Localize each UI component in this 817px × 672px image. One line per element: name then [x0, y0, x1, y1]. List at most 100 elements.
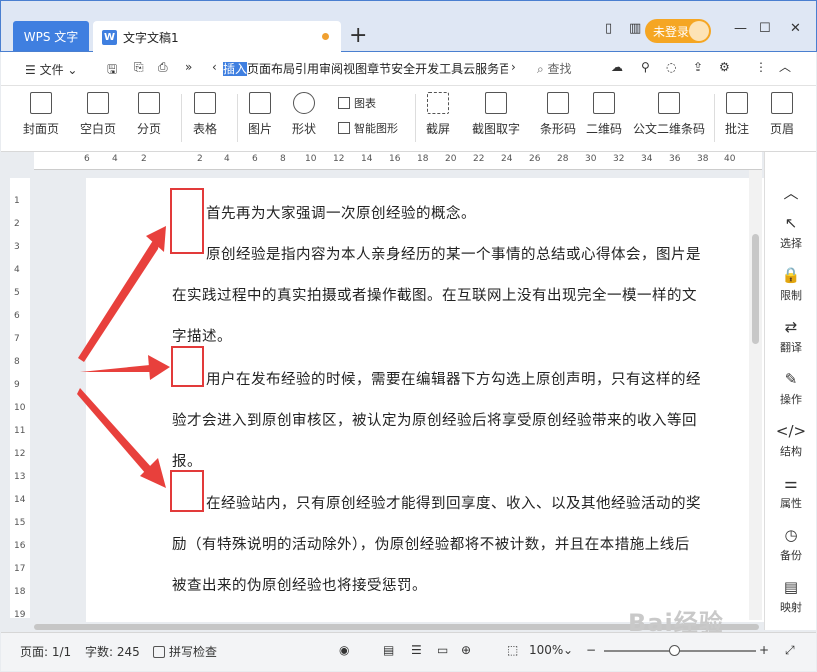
- shape-button[interactable]: 形状: [292, 92, 316, 137]
- vertical-scrollbar[interactable]: [749, 170, 762, 620]
- fullscreen-icon[interactable]: ⤢: [785, 643, 795, 658]
- tab-security[interactable]: 安全: [391, 62, 415, 76]
- qrcode-button[interactable]: 二维码: [586, 92, 622, 137]
- tab-more[interactable]: 百: [499, 62, 508, 76]
- screenshot-icon: [427, 92, 449, 114]
- zoom-level[interactable]: 100%: [529, 643, 563, 657]
- header-button[interactable]: 页眉: [770, 92, 794, 137]
- barcode-button[interactable]: 条形码: [540, 92, 576, 137]
- horizontal-ruler[interactable]: 6 4 2 2 4 6 8 10 12 14 16 18 20 22 24 26…: [34, 152, 762, 170]
- zoom-dropdown-icon[interactable]: ⌄: [563, 643, 573, 657]
- outline-view-icon[interactable]: ☰: [411, 643, 422, 657]
- tab-developer[interactable]: 开发工具: [415, 62, 463, 76]
- screenshot-button[interactable]: 截屏: [426, 92, 450, 137]
- minimize-icon[interactable]: —: [734, 21, 747, 36]
- backup-button[interactable]: ◷ 备份: [765, 526, 817, 563]
- paragraph-4-line-2[interactable]: 励（有特殊说明的活动除外），伪原创经验都将不被计数，并且在本措施上线后: [172, 525, 690, 566]
- cover-page-button[interactable]: 封面页: [23, 92, 59, 137]
- indent-highlight-box-1: [170, 188, 204, 254]
- attributes-button[interactable]: ⚌ 属性: [765, 474, 817, 511]
- page-view-icon[interactable]: ▤: [383, 643, 394, 657]
- pane-scroll-up-icon[interactable]: ︿: [765, 182, 817, 206]
- select-button[interactable]: ↖ 选择: [765, 214, 817, 251]
- comment-button[interactable]: 批注: [725, 92, 749, 137]
- print-icon[interactable]: ⎙: [158, 60, 168, 75]
- spell-check-toggle[interactable]: 拼写检查: [153, 643, 217, 660]
- file-menu[interactable]: ☰ 文件 ⌄: [25, 61, 77, 78]
- unsaved-dot-icon: [322, 33, 329, 40]
- paragraph-2-line-2[interactable]: 在实践过程中的真实拍摄或者操作截图。在互联网上没有出现完全一模一样的文: [172, 276, 697, 317]
- scroll-left-icon[interactable]: ‹: [212, 60, 217, 74]
- search-button[interactable]: ⌕ 查找: [537, 60, 572, 77]
- page-count[interactable]: 页面: 1/1: [20, 643, 71, 660]
- structure-button[interactable]: </> 结构: [765, 422, 817, 459]
- tab-count-icon[interactable]: ▯: [605, 21, 612, 36]
- ribbon-tabs: 插入页面布局引用审阅视图章节安全开发工具云服务百: [223, 60, 508, 78]
- page-break-icon: [138, 92, 160, 114]
- paragraph-4-line-3[interactable]: 被查出来的伪原创经验也将接受惩罚。: [172, 566, 427, 607]
- paragraph-3-line-2[interactable]: 验才会进入到原创审核区，被认定为原创经验后将享受原创经验带来的收入等回: [172, 401, 697, 442]
- chevron-down-icon: ⌄: [63, 63, 78, 77]
- icons-button[interactable]: 图表: [338, 95, 376, 111]
- zoom-slider[interactable]: [604, 650, 756, 652]
- vertical-ruler[interactable]: 1 2 3 4 5 6 7 8 9 10 11 12 13 14 15 16 1…: [10, 178, 30, 620]
- paragraph-4-line-1[interactable]: 在经验站内，只有原创经验才能得到回享度、收入、以及其他经验活动的奖: [206, 484, 701, 525]
- tab-page-layout[interactable]: 页面布局: [247, 62, 295, 76]
- maximize-icon[interactable]: ☐: [759, 21, 771, 36]
- blank-page-button[interactable]: 空白页: [80, 92, 116, 137]
- scroll-right-icon[interactable]: ›: [511, 60, 516, 74]
- hamburger-icon: ☰: [25, 63, 40, 77]
- map-icon: ▤: [783, 578, 799, 596]
- document-canvas[interactable]: 首先再为大家强调一次原创经验的概念。 原创经验是指内容为本人亲身经历的某一个事情…: [34, 170, 780, 622]
- close-icon[interactable]: ✕: [790, 21, 801, 36]
- picture-button[interactable]: 图片: [248, 92, 272, 137]
- gear-icon[interactable]: ⚙: [719, 60, 730, 74]
- paragraph-3-line-1[interactable]: 用户在发布经验的时候，需要在编辑器下方勾选上原创声明，只有这样的经: [206, 360, 701, 401]
- tab-references[interactable]: 引用: [295, 62, 319, 76]
- zoom-in-icon[interactable]: +: [759, 643, 769, 657]
- writer-doc-icon: W: [102, 29, 117, 45]
- more-icon[interactable]: »: [185, 60, 192, 74]
- translate-button[interactable]: ⇄ 翻译: [765, 318, 817, 355]
- code-icon: </>: [775, 422, 807, 440]
- limit-button[interactable]: 🔒 限制: [765, 266, 817, 303]
- save-icon[interactable]: 🖫: [107, 60, 117, 81]
- vertical-scroll-thumb[interactable]: [752, 234, 759, 344]
- layout-icon[interactable]: ▥: [629, 21, 641, 36]
- share-icon[interactable]: ⚲: [641, 60, 650, 74]
- cloud-sync-icon[interactable]: ☁: [611, 60, 623, 74]
- ocr-button[interactable]: 截图取字: [472, 92, 520, 137]
- comment-icon[interactable]: ◌: [666, 60, 676, 74]
- login-button[interactable]: 未登录: [645, 19, 711, 43]
- smartart-button[interactable]: 智能图形: [338, 120, 398, 136]
- reading-view-icon[interactable]: ▭: [437, 643, 448, 657]
- tab-review[interactable]: 审阅: [319, 62, 343, 76]
- new-tab-button[interactable]: +: [349, 23, 367, 48]
- page-break-button[interactable]: 分页: [137, 92, 161, 137]
- pdf417-icon: [658, 92, 680, 114]
- pdf417-button[interactable]: 公文二维条码: [633, 92, 705, 137]
- word-count[interactable]: 字数: 245: [85, 643, 140, 660]
- eye-protection-icon[interactable]: ◉: [339, 643, 349, 657]
- collapse-ribbon-icon[interactable]: ︿: [779, 58, 791, 75]
- sliders-icon: ⚌: [784, 474, 798, 492]
- tab-insert[interactable]: 插入: [223, 62, 248, 76]
- tab-chapter[interactable]: 章节: [367, 62, 391, 76]
- fit-page-icon[interactable]: ⬚: [507, 643, 518, 657]
- upload-icon[interactable]: ⇪: [693, 60, 703, 74]
- web-view-icon[interactable]: ⊕: [461, 643, 471, 657]
- tab-view[interactable]: 视图: [343, 62, 367, 76]
- paragraph-2-line-1[interactable]: 原创经验是指内容为本人亲身经历的某一个事情的总结或心得体会，图片是: [206, 235, 701, 276]
- table-button[interactable]: 表格: [193, 92, 217, 137]
- zoom-slider-knob[interactable]: [669, 645, 680, 656]
- search-icon: ⌕: [537, 62, 548, 76]
- tab-wps-home[interactable]: WPS 文字: [13, 21, 89, 51]
- export-icon[interactable]: ⎘: [134, 60, 144, 75]
- more-options-icon[interactable]: ⋮: [755, 60, 767, 74]
- tab-cloud[interactable]: 云服务: [463, 62, 499, 76]
- zoom-out-icon[interactable]: −: [586, 643, 596, 657]
- tab-document[interactable]: W 文字文稿1: [93, 21, 341, 53]
- operate-button[interactable]: ✎ 操作: [765, 370, 817, 407]
- map-button[interactable]: ▤ 映射: [765, 578, 817, 615]
- paragraph-1[interactable]: 首先再为大家强调一次原创经验的概念。: [206, 194, 476, 235]
